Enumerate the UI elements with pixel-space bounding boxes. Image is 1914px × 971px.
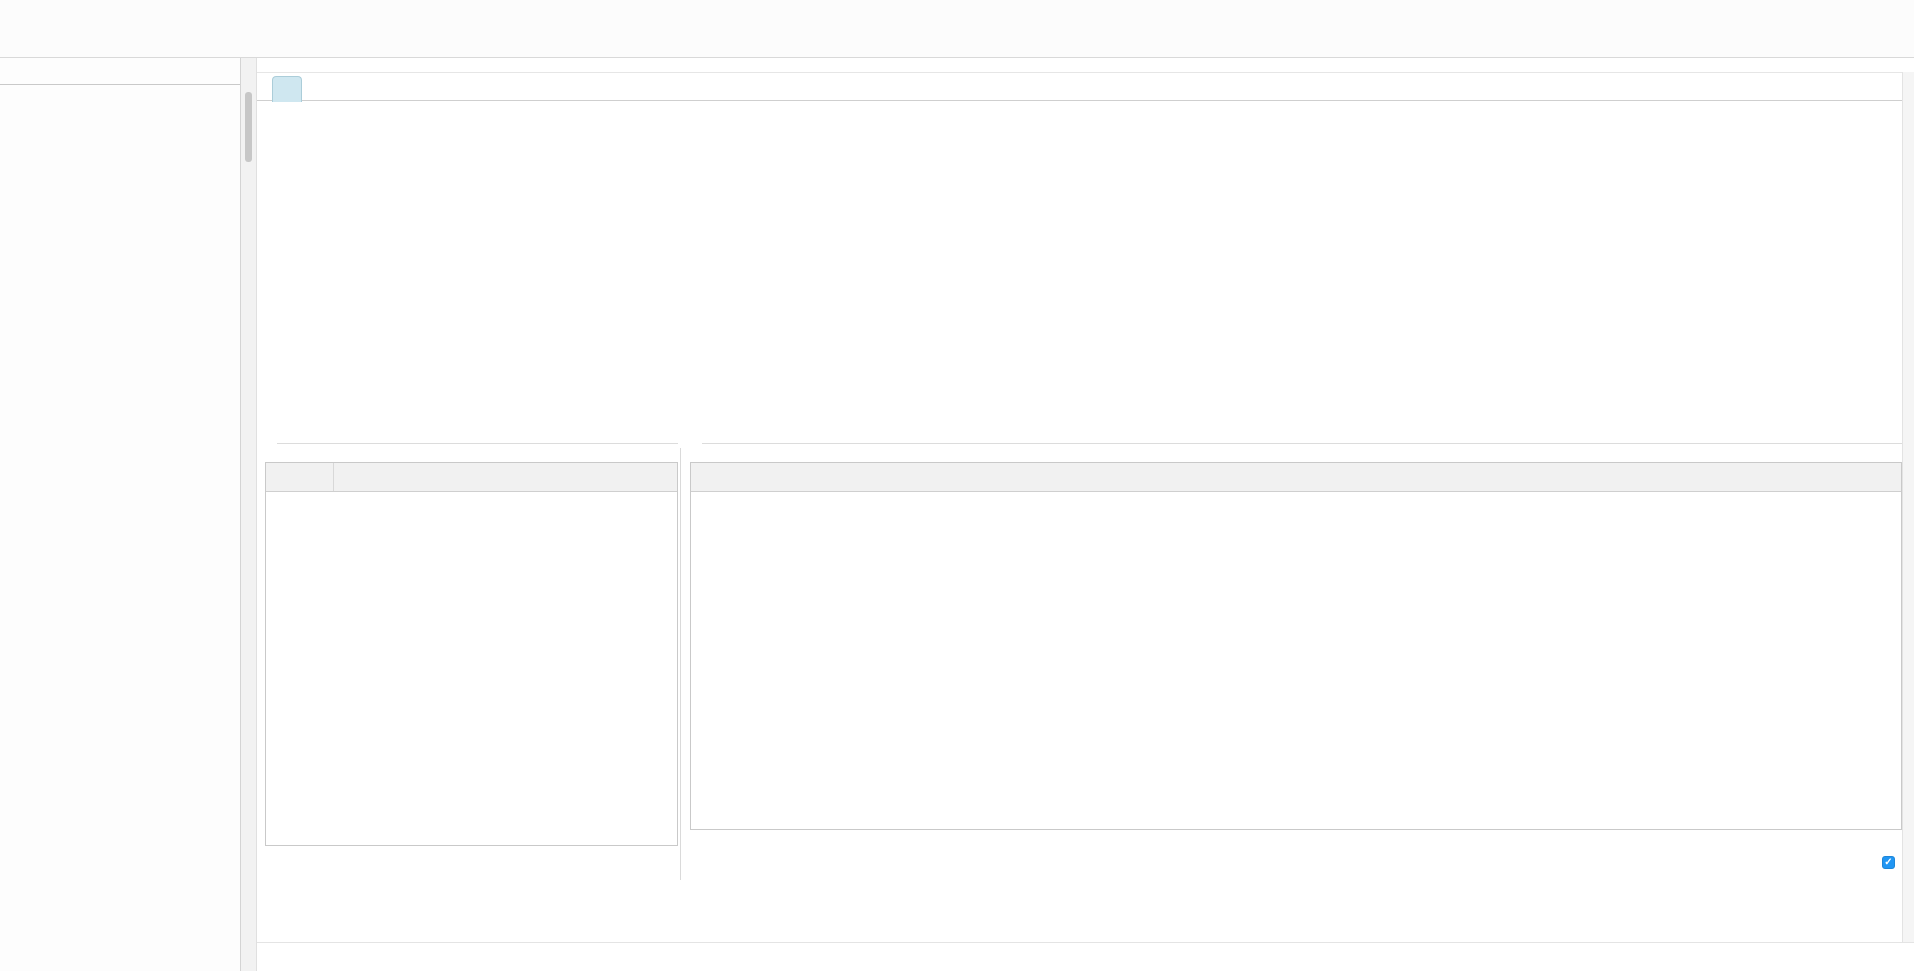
groups-expander-column-header[interactable] xyxy=(266,463,334,491)
main-toolbar xyxy=(0,0,1914,58)
sklad-table xyxy=(690,462,1902,830)
splitter-handle[interactable] xyxy=(241,58,257,971)
sklad-table-header xyxy=(691,463,1901,492)
document-tab-settings[interactable] xyxy=(272,76,302,102)
active-filter xyxy=(1882,856,1900,869)
nav-tree xyxy=(0,58,240,74)
groups-name-column-header[interactable] xyxy=(334,463,677,491)
sklad-panel-header xyxy=(690,434,1902,452)
action-button-bar xyxy=(257,942,1914,971)
splitter-thumb[interactable] xyxy=(245,92,252,162)
groups-panel-header xyxy=(265,434,678,452)
groups-table-header xyxy=(266,463,677,492)
active-checkbox[interactable] xyxy=(1882,856,1895,869)
panel-divider xyxy=(680,448,681,880)
sidebar-divider xyxy=(0,84,240,85)
vertical-scrollbar[interactable] xyxy=(1902,72,1914,942)
main-content xyxy=(257,58,1914,971)
groups-table xyxy=(265,462,678,846)
document-tab-bar xyxy=(257,73,1914,101)
sidebar xyxy=(0,58,241,971)
